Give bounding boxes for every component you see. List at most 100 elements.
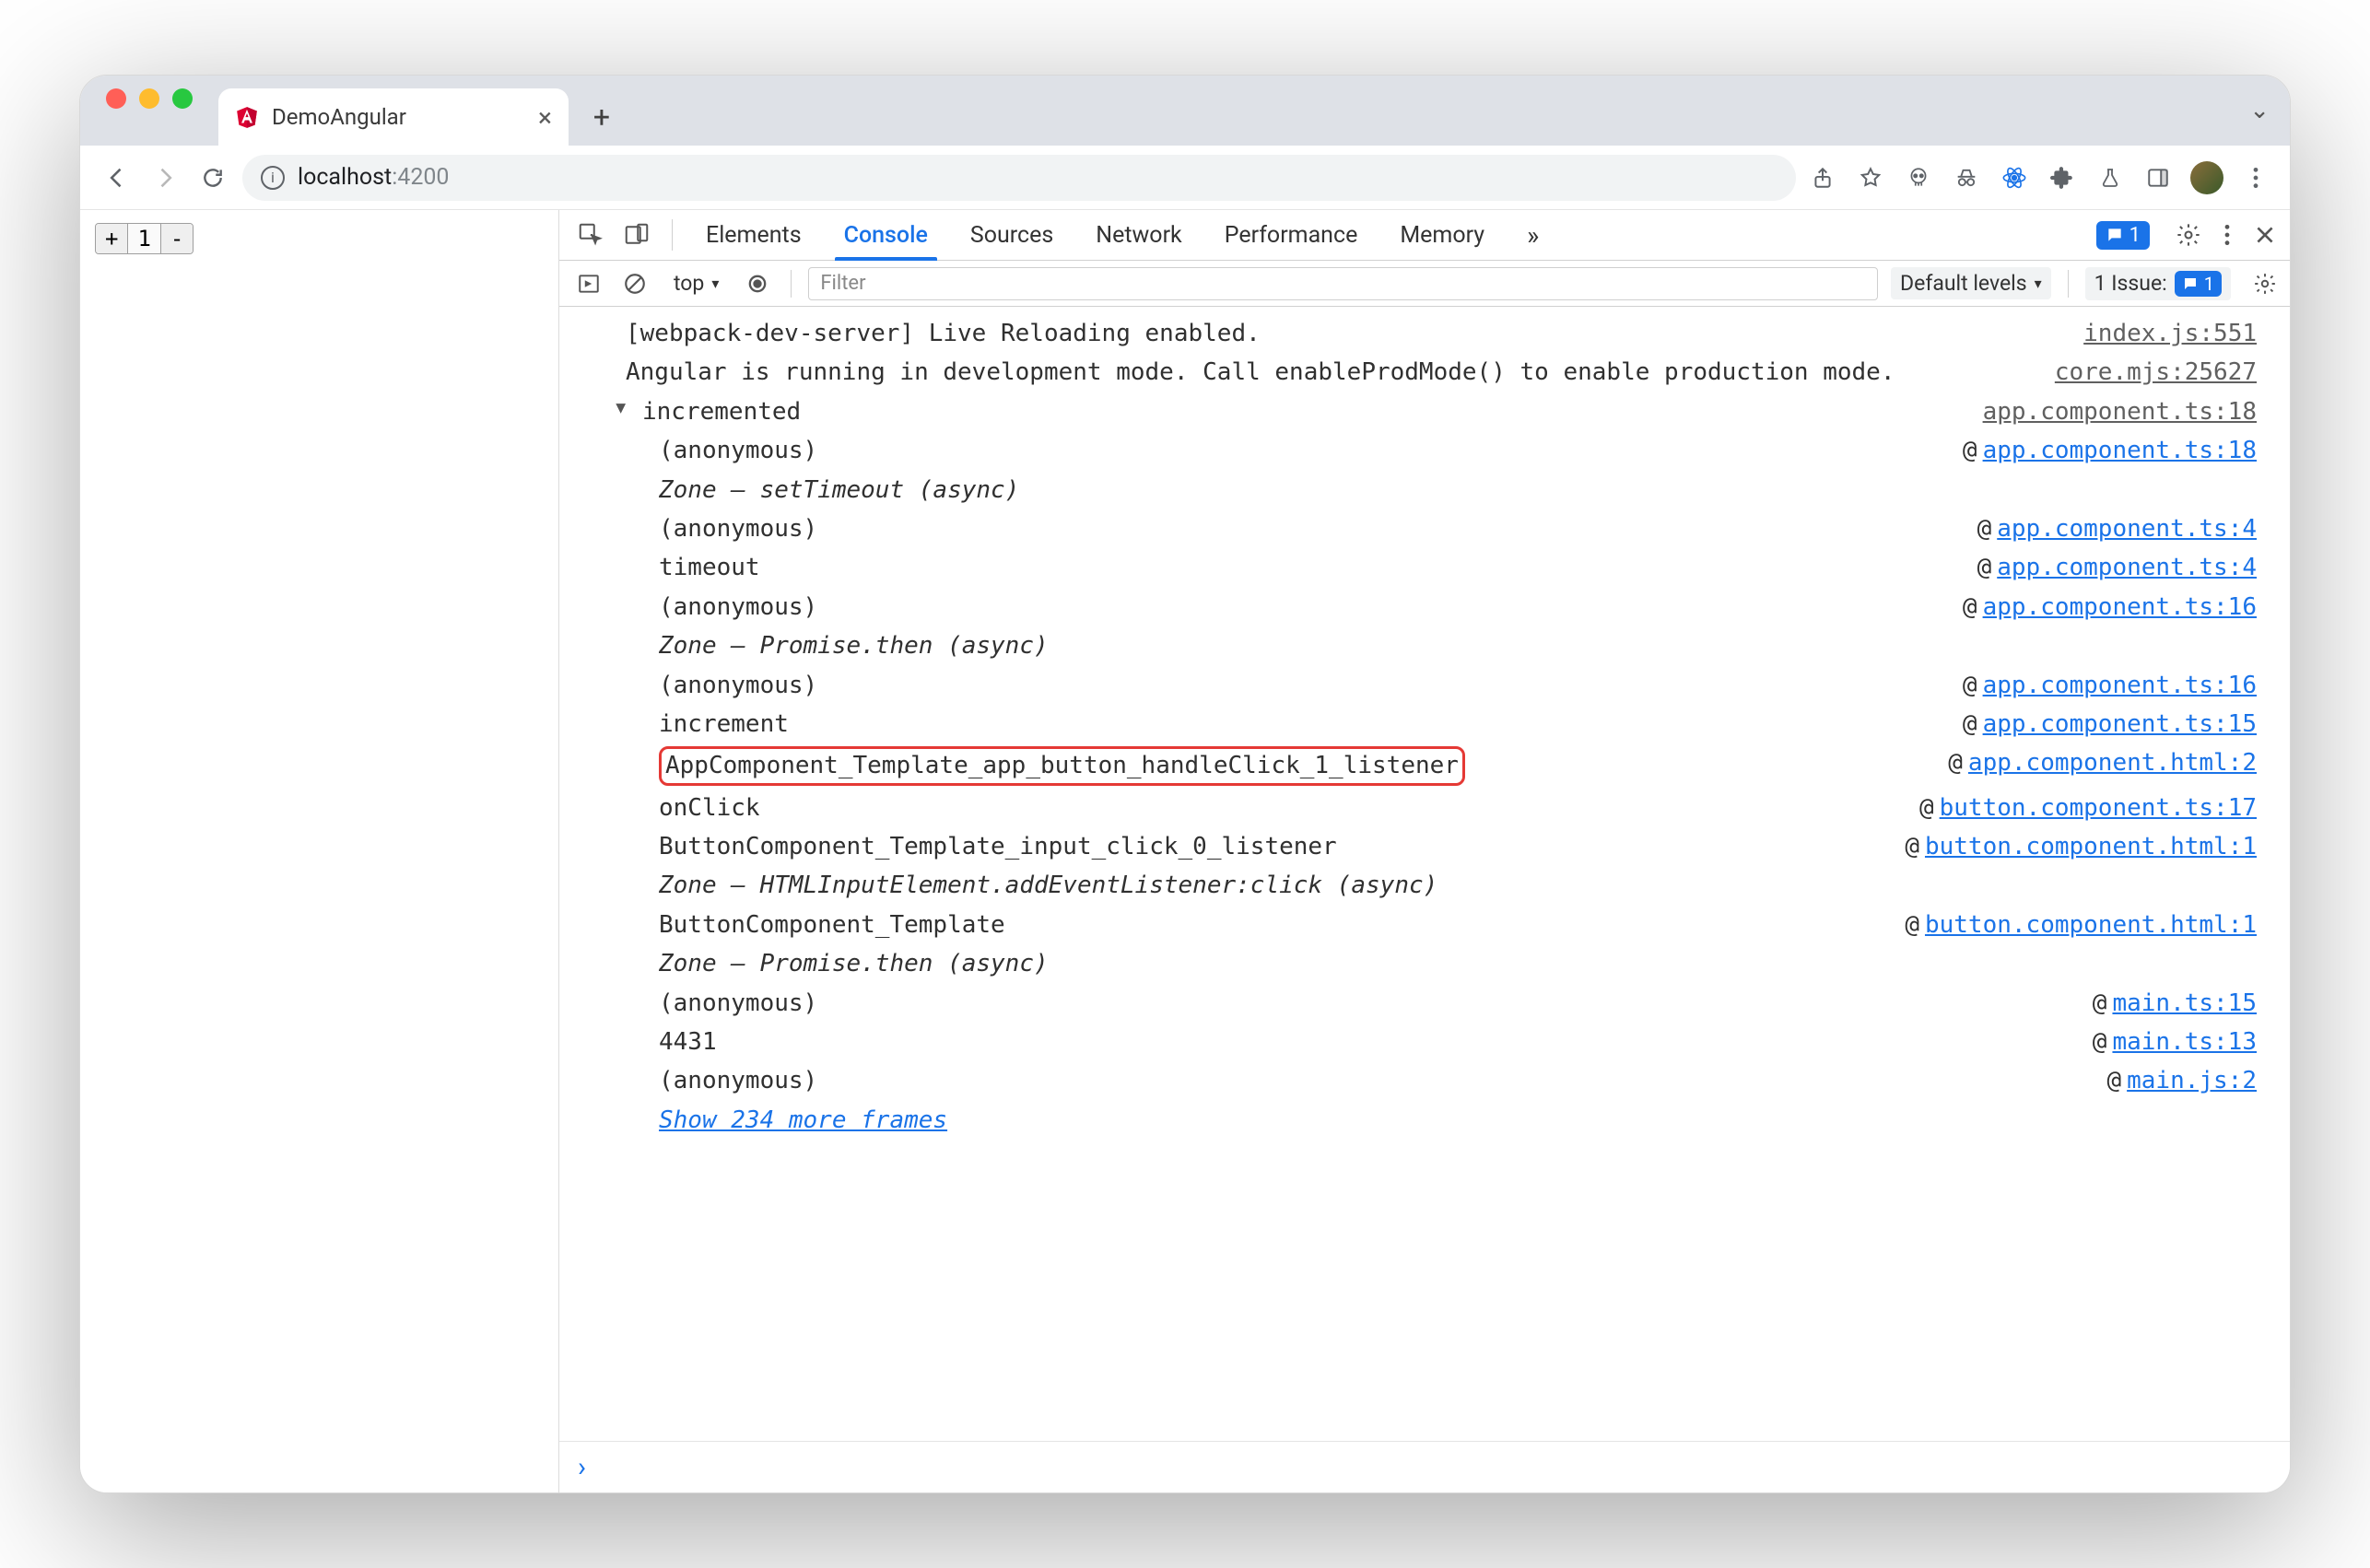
issues-link[interactable]: 1 Issue: 1	[2085, 267, 2231, 300]
log-row: Angular is running in development mode. …	[559, 353, 2290, 392]
profile-avatar[interactable]	[2190, 161, 2223, 194]
decrement-button[interactable]: -	[161, 224, 193, 253]
show-more-frames[interactable]: Show 234 more frames	[559, 1101, 2290, 1140]
source-link[interactable]: main.js:2	[2127, 1067, 2257, 1094]
maximize-window-button[interactable]	[172, 88, 193, 109]
log-group-header[interactable]: incremented app.component.ts:18	[559, 392, 2290, 431]
tab-network[interactable]: Network	[1079, 210, 1198, 260]
frame-function: ButtonComponent_Template	[659, 908, 1905, 942]
devtools-close-icon[interactable]	[2253, 223, 2277, 247]
frame-location: @app.component.html:2	[1948, 746, 2257, 785]
stack-frame: timeout@app.component.ts:4	[559, 548, 2290, 587]
issues-chip-count: 1	[2204, 273, 2214, 295]
incognito-extension-icon[interactable]	[1951, 162, 1982, 193]
tab-sources[interactable]: Sources	[954, 210, 1070, 260]
minimize-window-button[interactable]	[139, 88, 159, 109]
close-window-button[interactable]	[106, 88, 126, 109]
inspect-element-icon[interactable]	[572, 216, 609, 253]
console-settings-icon[interactable]	[2253, 272, 2277, 296]
devtools-panel: Elements Console Sources Network Perform…	[559, 210, 2290, 1492]
reload-button[interactable]	[194, 159, 231, 196]
source-link[interactable]: app.component.ts:4	[1997, 515, 2257, 543]
share-icon[interactable]	[1807, 162, 1838, 193]
frame-location: @button.component.ts:17	[1919, 791, 2257, 825]
source-link[interactable]: app.component.ts:18	[1983, 437, 2257, 464]
source-link[interactable]: app.component.ts:16	[1983, 593, 2257, 621]
console-sidebar-toggle-icon[interactable]	[572, 267, 605, 300]
stack-frame: (anonymous)@app.component.ts:16	[559, 666, 2290, 705]
frame-location: @app.component.ts:4	[1977, 512, 2257, 545]
filter-input[interactable]: Filter	[808, 267, 1878, 300]
log-levels-selector[interactable]: Default levels ▾	[1891, 267, 2051, 299]
frame-location: @button.component.html:1	[1905, 908, 2257, 942]
source-link[interactable]: main.ts:13	[2112, 1028, 2257, 1056]
frame-location: @main.js:2	[2106, 1064, 2257, 1097]
browser-tab[interactable]: DemoAngular ×	[218, 88, 569, 146]
source-link[interactable]: button.component.html:1	[1925, 833, 2257, 860]
devtools-settings-icon[interactable]	[2176, 222, 2201, 248]
chrome-menu-icon[interactable]	[2240, 162, 2271, 193]
url-input[interactable]: i localhost:4200	[242, 155, 1796, 201]
frame-location: @app.component.ts:16	[1963, 669, 2257, 702]
show-more-link[interactable]: Show 234 more frames	[659, 1106, 947, 1134]
tab-elements[interactable]: Elements	[689, 210, 818, 260]
source-link[interactable]: button.component.ts:17	[1940, 794, 2257, 822]
stack-frame: (anonymous)@app.component.ts:16	[559, 588, 2290, 626]
frame-function: (anonymous)	[659, 669, 1963, 702]
new-tab-button[interactable]: +	[583, 99, 620, 135]
source-link[interactable]: app.component.ts:15	[1983, 710, 2257, 738]
frame-function: (anonymous)	[659, 987, 2093, 1020]
url-host: localhost	[298, 164, 392, 191]
frame-function: Zone — Promise.then (async)	[659, 629, 2257, 662]
stack-frame: Zone — HTMLInputElement.addEventListener…	[559, 866, 2290, 905]
address-bar: i localhost:4200	[80, 146, 2290, 210]
console-prompt[interactable]: ›	[559, 1441, 2290, 1492]
device-toolbar-icon[interactable]	[618, 216, 655, 253]
stack-frame: onClick@button.component.ts:17	[559, 789, 2290, 827]
issues-badge-count: 1	[2129, 224, 2141, 247]
log-source-link[interactable]: core.mjs:25627	[2055, 356, 2257, 389]
react-devtools-icon[interactable]	[1999, 162, 2030, 193]
log-source-link[interactable]: index.js:551	[2083, 317, 2257, 350]
live-expression-icon[interactable]	[741, 267, 774, 300]
source-link[interactable]: app.component.ts:4	[1997, 554, 2257, 581]
star-icon[interactable]	[1855, 162, 1886, 193]
flask-extension-icon[interactable]	[2094, 162, 2126, 193]
counter-value: 1	[128, 224, 160, 253]
site-info-icon[interactable]: i	[261, 166, 285, 190]
side-panel-icon[interactable]	[2142, 162, 2174, 193]
filter-placeholder: Filter	[820, 272, 865, 295]
window-traffic-lights	[106, 76, 193, 146]
tab-memory[interactable]: Memory	[1383, 210, 1501, 260]
stack-frame: increment@app.component.ts:15	[559, 705, 2290, 743]
clear-console-icon[interactable]	[618, 267, 651, 300]
execution-context-selector[interactable]: top ▾	[664, 267, 728, 299]
frame-location: @app.component.ts:18	[1963, 434, 2257, 467]
source-link[interactable]: main.ts:15	[2112, 989, 2257, 1017]
source-link[interactable]: button.component.html:1	[1925, 911, 2257, 939]
frame-function: increment	[659, 708, 1963, 741]
back-button[interactable]	[99, 159, 135, 196]
devtools-menu-icon[interactable]	[2223, 223, 2231, 247]
forward-button[interactable]	[147, 159, 183, 196]
log-source-link[interactable]: app.component.ts:18	[1983, 395, 2257, 428]
extensions-icon[interactable]	[2047, 162, 2078, 193]
close-tab-button[interactable]: ×	[538, 102, 552, 133]
tab-performance[interactable]: Performance	[1208, 210, 1375, 260]
console-output: [webpack-dev-server] Live Reloading enab…	[559, 307, 2290, 1441]
source-link[interactable]: app.component.html:2	[1968, 749, 2257, 777]
levels-label: Default levels	[1900, 271, 2027, 296]
app-page: + 1 -	[80, 210, 559, 1492]
stack-frame: Zone — Promise.then (async)	[559, 944, 2290, 983]
source-link[interactable]: app.component.ts:16	[1983, 672, 2257, 699]
frame-function: 4431	[659, 1025, 2093, 1059]
frame-function: (anonymous)	[659, 1064, 2106, 1097]
tab-console[interactable]: Console	[827, 210, 944, 260]
issues-badge[interactable]: 1	[2096, 221, 2150, 250]
tabs-overflow-button[interactable]: ⌄	[2249, 97, 2270, 124]
tabs-overflow-icon[interactable]: »	[1510, 210, 1555, 260]
frame-function: (anonymous)	[659, 512, 1977, 545]
increment-button[interactable]: +	[96, 224, 128, 253]
skull-extension-icon[interactable]	[1903, 162, 1934, 193]
frame-location: @button.component.html:1	[1905, 830, 2257, 863]
